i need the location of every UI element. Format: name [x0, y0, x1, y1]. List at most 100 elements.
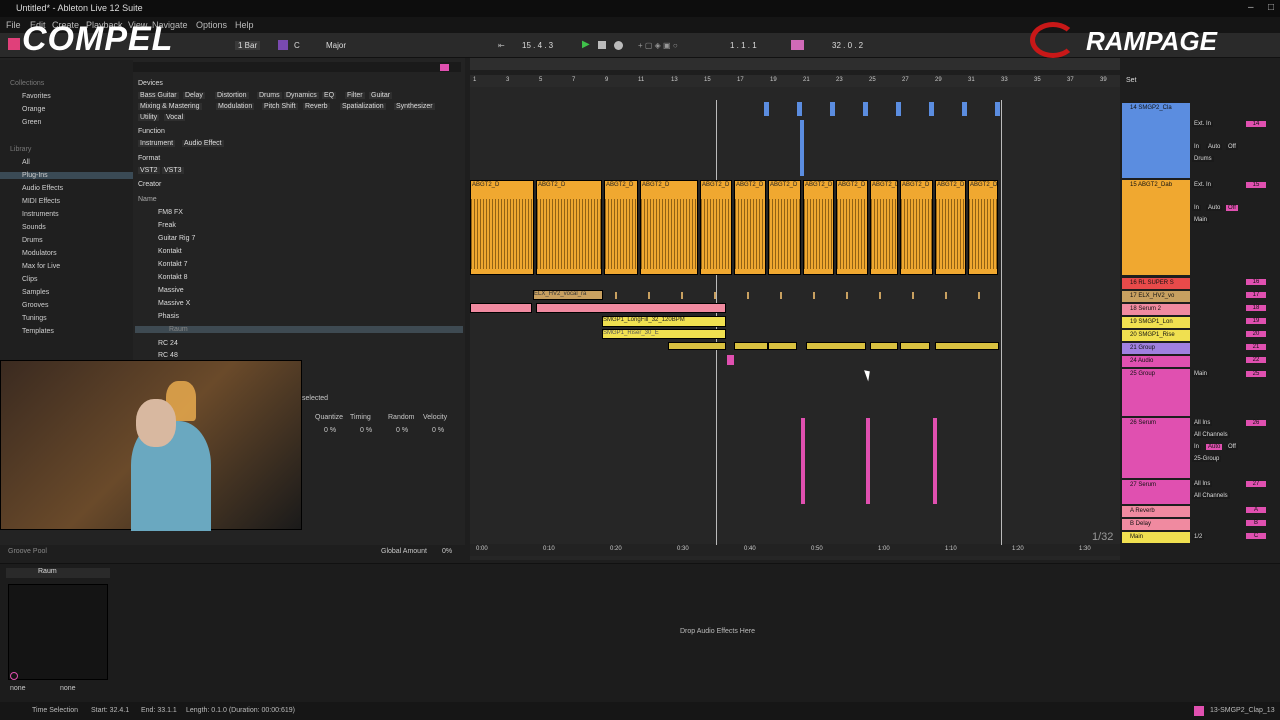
tag-bass-guitar[interactable]: Bass Guitar [138, 92, 179, 99]
track26-channel[interactable]: All Channels [1192, 432, 1230, 438]
groove-val-velocity[interactable]: 0 % [432, 427, 444, 434]
track-header[interactable]: 25 Group [1122, 369, 1190, 416]
zoom-grid-label[interactable]: 1/32 [1092, 531, 1113, 543]
tag-vocal[interactable]: Vocal [164, 114, 186, 121]
serum-clip[interactable] [536, 303, 726, 313]
serum-clip[interactable] [470, 303, 532, 313]
format-label[interactable]: Format [138, 155, 160, 162]
track-number[interactable]: 16 [1246, 279, 1266, 285]
serum-note-clip[interactable] [801, 418, 805, 504]
clap-clip[interactable] [896, 102, 901, 116]
vocal-chop[interactable] [780, 292, 782, 299]
track26-input[interactable]: All Ins [1192, 420, 1213, 426]
groove-val-quantize[interactable]: 0 % [324, 427, 336, 434]
track14-input[interactable]: Ext. In [1192, 121, 1214, 127]
tag-vst3[interactable]: VST3 [162, 167, 184, 174]
menu-options[interactable]: Options [196, 20, 227, 30]
track-header[interactable]: 19 SMGP1_Lon [1122, 317, 1190, 328]
device-title[interactable]: Raum [6, 568, 110, 578]
clap-clip[interactable] [797, 102, 802, 116]
vocal-chop[interactable] [714, 292, 716, 299]
tag-synthesizer[interactable]: Synthesizer [394, 103, 435, 110]
track-header[interactable]: 17 ELX_HV2_vo [1122, 291, 1190, 302]
library-drums[interactable]: Drums [22, 237, 43, 244]
tag-audio-effect[interactable]: Audio Effect [182, 140, 224, 147]
global-amount-value[interactable]: 0% [442, 548, 452, 555]
group-clip[interactable] [900, 342, 930, 350]
abgt-audio-clip[interactable]: ABGT2_D [870, 180, 898, 275]
track15-monitor-off[interactable]: Off [1226, 205, 1238, 211]
vocal-chop[interactable] [912, 292, 914, 299]
menu-file[interactable]: File [6, 20, 21, 30]
track26-monitor-off[interactable]: Off [1226, 444, 1238, 450]
vocal-clip[interactable]: ELX_HV2_vocal_ra [533, 290, 603, 300]
plugin-massive[interactable]: Massive [158, 287, 184, 294]
track26-monitor-in[interactable]: In [1192, 444, 1202, 450]
plugin-freak[interactable]: Freak [158, 222, 176, 229]
clap-clip[interactable] [962, 102, 967, 116]
track-header[interactable]: 24 Audio [1122, 356, 1190, 367]
abgt-audio-clip[interactable]: ABGT2_D [700, 180, 732, 275]
serum-note-clip[interactable] [933, 418, 937, 504]
loop-icon[interactable] [791, 40, 804, 50]
plugin-kontakt[interactable]: Kontakt [158, 248, 182, 255]
track-header[interactable]: 21 Group [1122, 343, 1190, 354]
library-samples[interactable]: Samples [22, 289, 49, 296]
main-cue[interactable]: 1/2 [1192, 534, 1205, 540]
track26-monitor-auto[interactable]: Auto [1206, 444, 1223, 450]
filter-toggle-icon[interactable] [440, 64, 449, 71]
abgt-audio-clip[interactable]: ABGT2_D [935, 180, 966, 275]
track-header[interactable]: B Delay [1122, 519, 1190, 530]
groove-val-timing[interactable]: 0 % [360, 427, 372, 434]
tag-dynamics[interactable]: Dynamics [284, 92, 319, 99]
tag-drums[interactable]: Drums [257, 92, 282, 99]
plugin-raum[interactable]: Raum [135, 326, 463, 333]
abgt-audio-clip[interactable]: ABGT2_D [968, 180, 998, 275]
library-grooves[interactable]: Grooves [22, 302, 48, 309]
track14-monitor-in[interactable]: In [1192, 144, 1202, 150]
track-header[interactable]: 26 Serum [1122, 418, 1190, 478]
bar-ruler[interactable]: 1 3 5 7 9 11 13 15 17 19 21 23 25 27 29 31 33 35 37 39 [470, 75, 1120, 87]
drop-effects-hint[interactable]: Drop Audio Effects Here [680, 628, 755, 635]
track25-output[interactable]: Main [1192, 371, 1210, 377]
group-clip[interactable] [668, 342, 726, 350]
follow-icon[interactable]: ⇤ [498, 41, 505, 50]
maximize-icon[interactable]: □ [1268, 2, 1274, 13]
track27-input[interactable]: All Ins [1192, 481, 1213, 487]
track-number[interactable]: 21 [1246, 344, 1266, 350]
library-templates[interactable]: Templates [22, 328, 54, 335]
track-header[interactable]: 15 ABGT2_Dab [1122, 180, 1190, 275]
abgt-audio-clip[interactable]: ABGT2_D [536, 180, 602, 275]
library-audio-effects[interactable]: Audio Effects [22, 185, 63, 192]
tag-spatialization[interactable]: Spatialization [340, 103, 386, 110]
clap-clip[interactable] [800, 120, 804, 176]
clap-clip[interactable] [764, 102, 769, 116]
abgt-audio-clip[interactable]: ABGT2_D [734, 180, 766, 275]
tag-distortion[interactable]: Distortion [215, 92, 249, 99]
library-sounds[interactable]: Sounds [22, 224, 46, 231]
track-number[interactable]: 25 [1246, 371, 1266, 377]
time-ruler[interactable]: 0:00 0:10 0:20 0:30 0:40 0:50 1:00 1:10 1:20 1:30 [470, 544, 1120, 556]
audio-clip[interactable] [727, 355, 734, 365]
track-header[interactable]: 18 Serum 2 [1122, 304, 1190, 315]
group-clip[interactable] [870, 342, 898, 350]
device-power-icon[interactable] [10, 672, 18, 680]
library-plugins[interactable]: Plug-Ins [0, 172, 133, 179]
overview-strip[interactable] [470, 58, 1120, 70]
group-clip[interactable] [935, 342, 999, 350]
track14-monitor-off[interactable]: Off [1226, 144, 1238, 150]
track-header[interactable]: Main [1122, 532, 1190, 543]
track-header[interactable]: A Reverb [1122, 506, 1190, 517]
tag-vst2[interactable]: VST2 [138, 167, 160, 174]
group-clip[interactable] [768, 342, 797, 350]
bar-length[interactable]: 1 Bar [235, 41, 261, 50]
vocal-chop[interactable] [747, 292, 749, 299]
device-chain-right[interactable]: none [60, 685, 76, 692]
track26-output[interactable]: 25-Group [1192, 456, 1222, 462]
abgt-audio-clip[interactable]: ABGT2_D [803, 180, 834, 275]
plugin-massive-x[interactable]: Massive X [158, 300, 190, 307]
track14-output[interactable]: Drums [1192, 156, 1214, 162]
track-number[interactable]: 18 [1246, 305, 1266, 311]
play-icon[interactable]: ▶ [582, 39, 590, 50]
metronome-icon[interactable] [8, 38, 20, 50]
